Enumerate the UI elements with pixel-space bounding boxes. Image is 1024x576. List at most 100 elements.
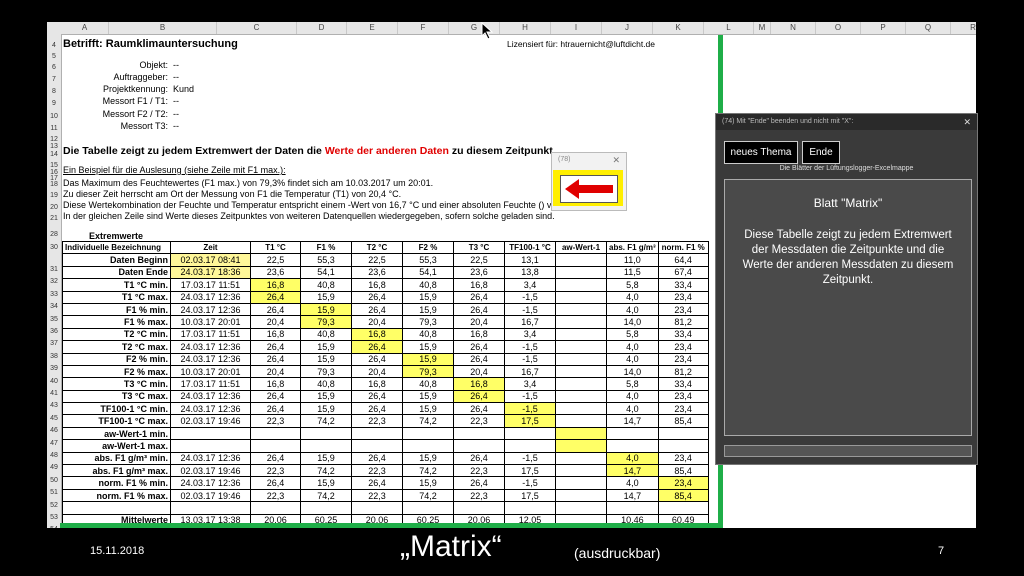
table-cell[interactable]	[170, 426, 251, 441]
row-number[interactable]: 13	[47, 143, 61, 150]
row-number[interactable]: 10	[47, 113, 61, 120]
table-cell[interactable]	[351, 501, 403, 515]
row-number[interactable]: 20	[47, 204, 61, 211]
table-cell[interactable]: 15,9	[402, 340, 454, 354]
table-cell[interactable]: 15,9	[300, 476, 352, 490]
table-cell[interactable]: -1,5	[504, 389, 556, 404]
table-cell[interactable]: 26,4	[250, 340, 301, 354]
column-header[interactable]: D	[297, 22, 347, 34]
row-number[interactable]: 38	[47, 353, 61, 360]
table-cell[interactable]: 74,2	[300, 414, 352, 428]
table-cell[interactable]	[555, 364, 607, 379]
table-cell[interactable]: 26,4	[351, 476, 403, 490]
row-number[interactable]: 54	[47, 526, 61, 528]
table-cell[interactable]: 26,4	[351, 340, 403, 354]
table-cell[interactable]: F2 % min.	[62, 352, 171, 366]
table-cell[interactable]: 26,4	[453, 352, 505, 366]
table-cell[interactable]: 79,3	[402, 364, 454, 379]
table-cell[interactable]: 15,9	[300, 389, 352, 404]
table-cell[interactable]: 22,3	[351, 464, 403, 478]
table-cell[interactable]: 4,0	[606, 290, 659, 304]
table-cell[interactable]	[555, 340, 607, 354]
table-cell[interactable]: 74,2	[300, 488, 352, 503]
table-cell[interactable]: -1,5	[504, 402, 556, 416]
table-cell[interactable]: -1,5	[504, 352, 556, 366]
column-header[interactable]: Q	[906, 22, 951, 34]
table-cell[interactable]: 14,0	[606, 364, 659, 379]
table-cell[interactable]: 16,7	[504, 364, 556, 379]
table-cell[interactable]: 85,4	[657, 488, 709, 503]
table-cell[interactable]: -1,5	[504, 451, 556, 466]
table-cell[interactable]: 4,0	[606, 389, 659, 404]
table-cell[interactable]	[657, 501, 709, 515]
table-cell[interactable]: 16,8	[453, 377, 505, 391]
table-cell[interactable]: 60,25	[300, 513, 352, 528]
row-number[interactable]: 32	[47, 278, 61, 285]
table-cell[interactable]	[657, 439, 709, 453]
table-cell[interactable]	[250, 501, 301, 515]
table-cell[interactable]: 4,0	[606, 302, 659, 317]
table-cell[interactable]: 24.03.17 12:36	[170, 302, 251, 317]
table-cell[interactable]: 24.03.17 12:36	[170, 402, 251, 416]
table-cell[interactable]	[504, 439, 556, 453]
table-cell[interactable]	[555, 290, 607, 304]
table-cell[interactable]	[555, 476, 607, 490]
table-cell[interactable]: TF100-1 °C min.	[62, 402, 171, 416]
row-number[interactable]: 9	[47, 100, 61, 107]
table-cell[interactable]: 40,8	[402, 327, 454, 342]
column-header[interactable]: C	[217, 22, 297, 34]
table-cell[interactable]: T2 °C min.	[62, 327, 171, 342]
table-cell[interactable]: 60,49	[657, 513, 709, 528]
table-cell[interactable]	[606, 501, 659, 515]
table-cell[interactable]: 24.03.17 18:36	[170, 265, 251, 280]
table-cell[interactable]: F2 % max.	[62, 364, 171, 379]
table-cell[interactable]	[351, 426, 403, 441]
table-cell[interactable]: 13.03.17 13:38	[170, 513, 251, 528]
field-value[interactable]: --	[173, 121, 179, 131]
table-cell[interactable]: 15,9	[300, 340, 352, 354]
table-cell[interactable]: 13,8	[504, 265, 556, 280]
table-cell[interactable]: -1,5	[504, 290, 556, 304]
table-cell[interactable]	[351, 439, 403, 453]
table-cell[interactable]: 33,4	[657, 278, 709, 292]
table-cell[interactable]: 10.03.17 20:01	[170, 315, 251, 329]
table-cell[interactable]: 24.03.17 12:36	[170, 389, 251, 404]
table-cell[interactable]	[555, 488, 607, 503]
table-cell[interactable]: 26,4	[351, 290, 403, 304]
table-cell[interactable]: 15,9	[402, 389, 454, 404]
table-cell[interactable]: 10.03.17 20:01	[170, 364, 251, 379]
field-value[interactable]: Kund	[173, 84, 194, 94]
table-cell[interactable]: 23,6	[453, 265, 505, 280]
table-cell[interactable]: 23,4	[657, 340, 709, 354]
row-number[interactable]: 34	[47, 303, 61, 310]
table-cell[interactable]: 3,4	[504, 327, 556, 342]
table-cell[interactable]: 81,2	[657, 364, 709, 379]
row-number[interactable]: 15	[47, 162, 61, 169]
table-cell[interactable]: 20,06	[351, 513, 403, 528]
table-cell[interactable]: 64,4	[657, 253, 709, 267]
row-number[interactable]: 30	[47, 244, 61, 251]
table-cell[interactable]: aw-Wert-1 min.	[62, 426, 171, 441]
table-cell[interactable]: 14,0	[606, 315, 659, 329]
table-cell[interactable]: 4,0	[606, 402, 659, 416]
table-cell[interactable]: 14,7	[606, 464, 659, 478]
table-cell[interactable]	[250, 439, 301, 453]
row-number[interactable]: 47	[47, 440, 61, 447]
table-cell[interactable]	[606, 426, 659, 441]
table-cell[interactable]: 11,0	[606, 253, 659, 267]
row-number[interactable]: 33	[47, 291, 61, 298]
table-cell[interactable]: F1 % max.	[62, 315, 171, 329]
column-header[interactable]: I	[551, 22, 602, 34]
table-cell[interactable]: 16,8	[453, 278, 505, 292]
table-cell[interactable]: 22,3	[453, 464, 505, 478]
table-cell[interactable]: 40,8	[300, 377, 352, 391]
column-header[interactable]: E	[347, 22, 398, 34]
column-header[interactable]: K	[653, 22, 704, 34]
table-cell[interactable]: norm. F1 % max.	[62, 488, 171, 503]
table-cell[interactable]: 67,4	[657, 265, 709, 280]
table-cell[interactable]: 15,9	[300, 290, 352, 304]
row-number[interactable]: 36	[47, 328, 61, 335]
table-cell[interactable]: aw-Wert-1 max.	[62, 439, 171, 453]
row-number[interactable]: 49	[47, 464, 61, 471]
field-value[interactable]: --	[173, 109, 179, 119]
